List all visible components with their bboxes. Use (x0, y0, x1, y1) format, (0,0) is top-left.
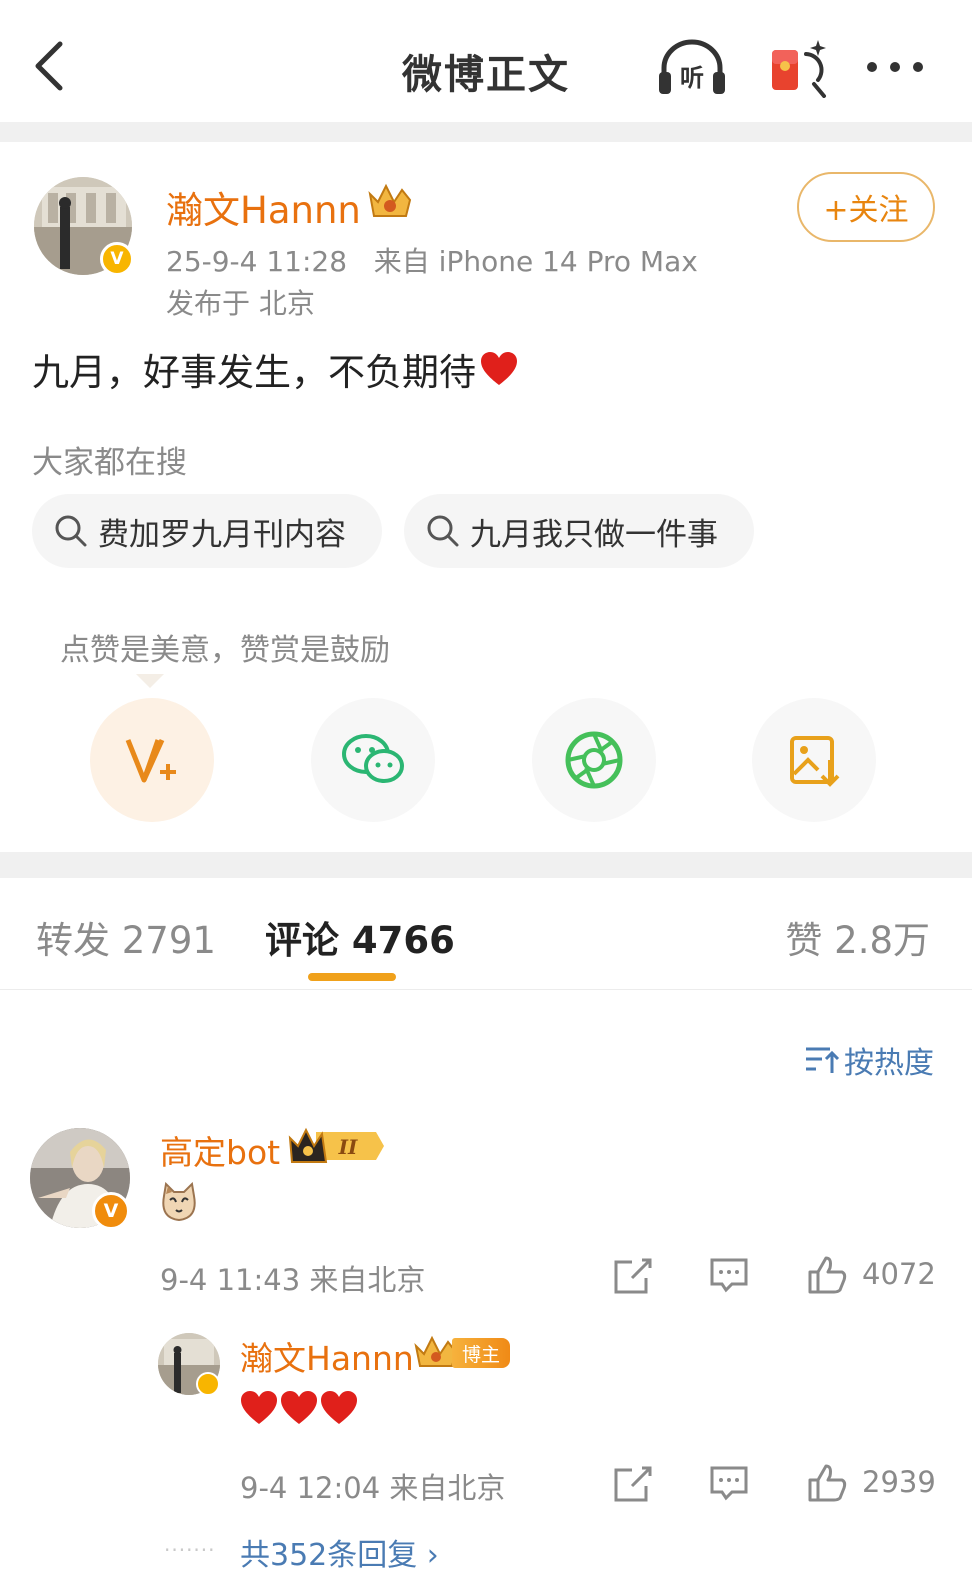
tab-comment[interactable]: 评论 4766 (265, 910, 455, 964)
post-meta: 25-9-4 11:28 来自 iPhone 14 Pro Max (166, 245, 698, 278)
sort-label: 按热度 (844, 1046, 934, 1081)
moments-share-button[interactable] (532, 698, 656, 822)
heart-emoji-icon (321, 1391, 357, 1424)
crown-badge-icon (366, 180, 414, 220)
listen-icon[interactable]: 听 (656, 38, 728, 98)
reply-author-name[interactable]: 瀚文Hannn (240, 1332, 414, 1380)
follow-button[interactable]: +关注 (797, 172, 935, 242)
author-name[interactable]: 瀚文Hannn (166, 180, 361, 234)
commenter-name[interactable]: 高定bot (160, 1126, 280, 1174)
search-heading: 大家都在搜 (32, 445, 187, 481)
post-location: 发布于 北京 (166, 287, 315, 320)
host-tag: 博主 (452, 1338, 510, 1368)
share-icon[interactable] (612, 1464, 654, 1504)
divider (0, 852, 972, 878)
post-content: 九月，好事发生，不负期待 (32, 342, 518, 396)
cat-emoji-icon (160, 1181, 198, 1222)
share-icon[interactable] (612, 1256, 654, 1296)
more-icon[interactable] (864, 52, 926, 82)
reply-icon[interactable] (708, 1464, 750, 1504)
wechat-share-button[interactable] (311, 698, 435, 822)
save-image-icon (790, 736, 840, 787)
post-text: 九月，好事发生，不负期待 (32, 351, 476, 394)
search-chip[interactable]: 九月我只做一件事 (404, 494, 754, 568)
sort-button[interactable]: 按热度 (804, 1038, 934, 1082)
search-icon (54, 514, 88, 548)
heart-emoji-icon (281, 1391, 317, 1424)
tab-like[interactable]: 赞 2.8万 (785, 910, 930, 964)
reward-tooltip: 点赞是美意，赞赏是鼓励 (48, 616, 402, 678)
comment-meta: 9-4 11:43 来自北京 (160, 1263, 426, 1297)
like-count: 4072 (862, 1257, 936, 1291)
divider (0, 122, 972, 142)
verified-badge (196, 1372, 220, 1396)
search-icon (426, 514, 460, 548)
tab-repost[interactable]: 转发 2791 (36, 910, 216, 964)
level-badge-label: II (338, 1135, 358, 1159)
save-image-button[interactable] (752, 698, 876, 822)
search-chip-label: 九月我只做一件事 (470, 516, 718, 553)
active-tab-indicator (308, 973, 396, 981)
tooltip-arrow (136, 674, 164, 688)
reward-button[interactable] (90, 698, 214, 822)
moments-icon (565, 731, 623, 789)
sort-icon (804, 1045, 840, 1075)
reply-meta: 9-4 12:04 来自北京 (240, 1471, 506, 1505)
heart-emoji-icon (480, 351, 518, 387)
wechat-icon (342, 734, 404, 783)
like-icon[interactable] (806, 1462, 848, 1502)
like-icon[interactable] (806, 1254, 848, 1294)
thread-dots: ······· (164, 1538, 216, 1562)
search-chip-label: 费加罗九月刊内容 (98, 516, 346, 553)
reply-content (240, 1390, 358, 1426)
verified-badge: V (100, 242, 134, 276)
more-replies-link[interactable]: 共352条回复 › (240, 1530, 439, 1574)
search-chip[interactable]: 费加罗九月刊内容 (32, 494, 382, 568)
listen-label: 听 (680, 64, 704, 92)
like-count: 2939 (862, 1465, 936, 1499)
reward-icon (125, 738, 176, 783)
heart-emoji-icon (241, 1391, 277, 1424)
level-badge-icon: II (286, 1126, 386, 1166)
verified-badge: V (92, 1192, 130, 1230)
red-packet-icon[interactable] (766, 38, 828, 98)
reply-icon[interactable] (708, 1256, 750, 1296)
